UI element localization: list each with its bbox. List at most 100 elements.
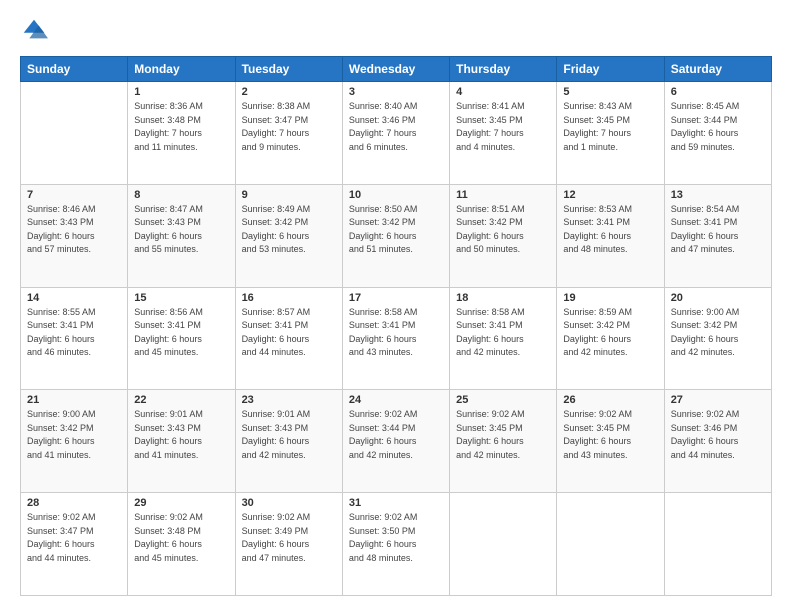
calendar-cell: 26 Sunrise: 9:02 AMSunset: 3:45 PMDayligh… [557,390,664,493]
day-number: 13 [671,189,765,201]
calendar-cell: 20 Sunrise: 9:00 AMSunset: 3:42 PMDayligh… [664,287,771,390]
day-number: 26 [563,394,657,406]
day-number: 28 [27,497,121,509]
calendar-cell: 2Sunrise: 8:38 AMSunset: 3:47 PMDaylight… [235,82,342,185]
day-number: 31 [349,497,443,509]
calendar-cell: 28 Sunrise: 9:02 AMSunset: 3:47 PMDayligh… [21,493,128,596]
calendar-cell: 3 Sunrise: 8:40 AMSunset: 3:46 PMDaylight… [342,82,449,185]
day-info: Sunrise: 8:53 AMSunset: 3:41 PMDaylight:… [563,203,657,257]
day-info: Sunrise: 8:57 AMSunset: 3:41 PMDaylight:… [242,306,336,360]
day-info: Sunrise: 9:02 AMSunset: 3:45 PMDaylight:… [563,408,657,462]
weekday-header-sunday: Sunday [21,57,128,82]
calendar-cell: 14 Sunrise: 8:55 AMSunset: 3:41 PMDayligh… [21,287,128,390]
calendar-cell: 25Sunrise: 9:02 AMSunset: 3:45 PMDayligh… [450,390,557,493]
calendar-cell: 24Sunrise: 9:02 AMSunset: 3:44 PMDayligh… [342,390,449,493]
weekday-header-monday: Monday [128,57,235,82]
calendar-cell [450,493,557,596]
day-number: 15 [134,292,228,304]
day-number: 9 [242,189,336,201]
day-number: 3 [349,86,443,98]
calendar-cell: 11 Sunrise: 8:51 AMSunset: 3:42 PMDayligh… [450,184,557,287]
day-info: Sunrise: 8:58 AMSunset: 3:41 PMDaylight:… [349,306,443,360]
day-number: 2 [242,86,336,98]
weekday-header-friday: Friday [557,57,664,82]
calendar-cell: 18Sunrise: 8:58 AMSunset: 3:41 PMDayligh… [450,287,557,390]
calendar-cell: 16 Sunrise: 8:57 AMSunset: 3:41 PMDayligh… [235,287,342,390]
calendar-cell: 21 Sunrise: 9:00 AMSunset: 3:42 PMDayligh… [21,390,128,493]
day-info: Sunrise: 8:49 AMSunset: 3:42 PMDaylight:… [242,203,336,257]
calendar-cell: 30 Sunrise: 9:02 AMSunset: 3:49 PMDayligh… [235,493,342,596]
day-info: Sunrise: 9:02 AMSunset: 3:49 PMDaylight:… [242,511,336,565]
day-info: Sunrise: 9:01 AMSunset: 3:43 PMDaylight:… [134,408,228,462]
day-number: 19 [563,292,657,304]
calendar-cell: 15 Sunrise: 8:56 AMSunset: 3:41 PMDayligh… [128,287,235,390]
day-number: 21 [27,394,121,406]
weekday-header-row: SundayMondayTuesdayWednesdayThursdayFrid… [21,57,772,82]
day-number: 5 [563,86,657,98]
day-info: Sunrise: 8:46 AMSunset: 3:43 PMDaylight:… [27,203,121,257]
day-number: 22 [134,394,228,406]
calendar-cell: 12Sunrise: 8:53 AMSunset: 3:41 PMDayligh… [557,184,664,287]
day-number: 11 [456,189,550,201]
day-info: Sunrise: 9:00 AMSunset: 3:42 PMDaylight:… [27,408,121,462]
week-row-0: 1 Sunrise: 8:36 AMSunset: 3:48 PMDaylight… [21,82,772,185]
day-info: Sunrise: 8:40 AMSunset: 3:46 PMDaylight:… [349,100,443,154]
day-number: 17 [349,292,443,304]
day-number: 30 [242,497,336,509]
day-number: 8 [134,189,228,201]
day-info: Sunrise: 8:51 AMSunset: 3:42 PMDaylight:… [456,203,550,257]
calendar-cell: 8 Sunrise: 8:47 AMSunset: 3:43 PMDaylight… [128,184,235,287]
day-info: Sunrise: 8:50 AMSunset: 3:42 PMDaylight:… [349,203,443,257]
calendar-cell: 31 Sunrise: 9:02 AMSunset: 3:50 PMDayligh… [342,493,449,596]
day-info: Sunrise: 9:02 AMSunset: 3:47 PMDaylight:… [27,511,121,565]
calendar-cell: 9 Sunrise: 8:49 AMSunset: 3:42 PMDaylight… [235,184,342,287]
week-row-1: 7Sunrise: 8:46 AMSunset: 3:43 PMDaylight… [21,184,772,287]
calendar-cell: 5 Sunrise: 8:43 AMSunset: 3:45 PMDaylight… [557,82,664,185]
calendar-cell [21,82,128,185]
day-info: Sunrise: 8:58 AMSunset: 3:41 PMDaylight:… [456,306,550,360]
day-number: 27 [671,394,765,406]
calendar-cell: 17 Sunrise: 8:58 AMSunset: 3:41 PMDayligh… [342,287,449,390]
calendar-cell: 19Sunrise: 8:59 AMSunset: 3:42 PMDayligh… [557,287,664,390]
calendar-cell: 27Sunrise: 9:02 AMSunset: 3:46 PMDayligh… [664,390,771,493]
day-info: Sunrise: 9:02 AMSunset: 3:50 PMDaylight:… [349,511,443,565]
day-info: Sunrise: 8:56 AMSunset: 3:41 PMDaylight:… [134,306,228,360]
day-number: 23 [242,394,336,406]
calendar-cell: 1 Sunrise: 8:36 AMSunset: 3:48 PMDaylight… [128,82,235,185]
calendar-cell [557,493,664,596]
day-info: Sunrise: 9:02 AMSunset: 3:44 PMDaylight:… [349,408,443,462]
day-info: Sunrise: 8:55 AMSunset: 3:41 PMDaylight:… [27,306,121,360]
calendar-page: SundayMondayTuesdayWednesdayThursdayFrid… [0,0,792,612]
day-number: 6 [671,86,765,98]
calendar-cell: 6 Sunrise: 8:45 AMSunset: 3:44 PMDaylight… [664,82,771,185]
day-number: 16 [242,292,336,304]
weekday-header-thursday: Thursday [450,57,557,82]
weekday-header-saturday: Saturday [664,57,771,82]
logo-icon [20,16,48,44]
day-number: 29 [134,497,228,509]
calendar-cell [664,493,771,596]
day-number: 20 [671,292,765,304]
day-info: Sunrise: 8:36 AMSunset: 3:48 PMDaylight:… [134,100,228,154]
calendar-table: SundayMondayTuesdayWednesdayThursdayFrid… [20,56,772,596]
week-row-3: 21 Sunrise: 9:00 AMSunset: 3:42 PMDayligh… [21,390,772,493]
day-info: Sunrise: 8:47 AMSunset: 3:43 PMDaylight:… [134,203,228,257]
day-info: Sunrise: 9:02 AMSunset: 3:48 PMDaylight:… [134,511,228,565]
day-info: Sunrise: 8:41 AMSunset: 3:45 PMDaylight:… [456,100,550,154]
day-number: 1 [134,86,228,98]
calendar-cell: 22 Sunrise: 9:01 AMSunset: 3:43 PMDayligh… [128,390,235,493]
day-info: Sunrise: 8:43 AMSunset: 3:45 PMDaylight:… [563,100,657,154]
week-row-4: 28 Sunrise: 9:02 AMSunset: 3:47 PMDayligh… [21,493,772,596]
day-info: Sunrise: 9:00 AMSunset: 3:42 PMDaylight:… [671,306,765,360]
day-info: Sunrise: 9:01 AMSunset: 3:43 PMDaylight:… [242,408,336,462]
day-number: 25 [456,394,550,406]
day-info: Sunrise: 8:45 AMSunset: 3:44 PMDaylight:… [671,100,765,154]
header [20,16,772,44]
day-number: 4 [456,86,550,98]
weekday-header-wednesday: Wednesday [342,57,449,82]
day-info: Sunrise: 8:54 AMSunset: 3:41 PMDaylight:… [671,203,765,257]
calendar-cell: 10Sunrise: 8:50 AMSunset: 3:42 PMDayligh… [342,184,449,287]
calendar-cell: 29 Sunrise: 9:02 AMSunset: 3:48 PMDayligh… [128,493,235,596]
logo [20,16,52,44]
day-number: 14 [27,292,121,304]
